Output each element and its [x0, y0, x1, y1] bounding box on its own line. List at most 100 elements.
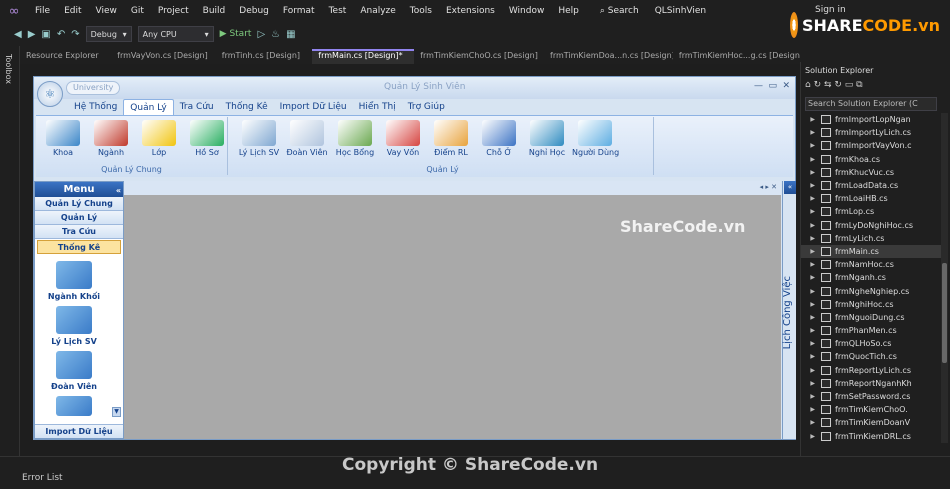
expand-arrow-icon[interactable]: ▶ — [801, 182, 821, 189]
doc-tab[interactable]: frmTinh.cs [Design] — [216, 49, 313, 64]
solution-file-item[interactable]: ▶ frmQLHoSo.cs — [801, 337, 941, 350]
expand-arrow-icon[interactable]: ▶ — [801, 393, 821, 400]
doc-tab[interactable]: frmMain.cs [Design]* — [312, 49, 415, 64]
expand-arrow-icon[interactable]: ▶ — [801, 353, 821, 360]
ribbon-button[interactable]: Điểm RL — [428, 119, 474, 163]
save-icon[interactable]: ▣ — [41, 29, 50, 40]
run-without-debug-icon[interactable]: ▷ — [257, 29, 265, 40]
calendar-panel-label[interactable]: Lịch Công Việc — [782, 276, 793, 349]
solution-file-item[interactable]: ▶ frmKhucVuc.cs — [801, 166, 941, 179]
ribbon-tab[interactable]: Hiển Thị — [353, 99, 402, 115]
ribbon-button[interactable]: Ngành — [88, 119, 134, 163]
solution-file-item[interactable]: ▶ frmLoadData.cs — [801, 179, 941, 192]
forward-icon[interactable]: ▶ — [28, 29, 36, 40]
expand-arrow-icon[interactable]: ▶ — [801, 195, 821, 202]
ribbon-button[interactable]: Lớp — [136, 119, 182, 163]
ribbon-button[interactable]: Hồ Sơ — [184, 119, 230, 163]
ribbon-tab[interactable]: Import Dữ Liệu — [274, 99, 353, 115]
solution-file-item[interactable]: ▶ frmLoaiHB.cs — [801, 192, 941, 205]
solution-file-item[interactable]: ▶ frmTimKiemDoanV — [801, 416, 941, 429]
solution-search-input[interactable]: Search Solution Explorer (C — [805, 97, 937, 111]
solution-file-item[interactable]: ▶ frmMain.cs — [801, 244, 941, 259]
config-dropdown[interactable]: Debug ▾ — [85, 26, 132, 42]
expand-arrow-icon[interactable]: ▶ — [801, 129, 821, 136]
menu-item-format[interactable]: Format — [276, 0, 322, 22]
expand-arrow-icon[interactable]: ▶ — [801, 261, 821, 268]
ribbon-button[interactable]: Người Dùng — [572, 119, 619, 163]
nav-item[interactable]: Ngành Khối — [35, 261, 113, 301]
solution-file-item[interactable]: ▶ frmPhanMen.cs — [801, 324, 941, 337]
expand-arrow-icon[interactable]: ▶ — [801, 406, 821, 413]
solution-scrollbar[interactable] — [941, 113, 948, 443]
menu-item-file[interactable]: File — [28, 0, 57, 22]
solution-file-item[interactable]: ▶ frmNganh.cs — [801, 271, 941, 284]
error-list-tab[interactable]: Error List — [22, 473, 63, 483]
back-icon[interactable]: ◀ — [14, 29, 22, 40]
menu-item-git[interactable]: Git — [124, 0, 151, 22]
doc-tab[interactable]: frmTimKiemHoc...g.cs [Design] — [673, 49, 800, 64]
visual-studio-logo-icon[interactable]: ∞ — [0, 0, 28, 22]
expand-arrow-icon[interactable]: ▶ — [801, 419, 821, 426]
expand-arrow-icon[interactable]: ▶ — [801, 208, 821, 215]
solution-file-item[interactable]: ▶ frmReportLyLich.cs — [801, 364, 941, 377]
expand-arrow-icon[interactable]: ▶ — [801, 380, 821, 387]
ribbon-tab[interactable]: Thống Kê — [220, 99, 274, 115]
solution-file-item[interactable]: ▶ frmSetPassword.cs — [801, 390, 941, 403]
doc-tab[interactable]: Resource Explorer — [20, 49, 111, 64]
expand-arrow-icon[interactable]: ▶ — [801, 314, 821, 321]
menu-item-debug[interactable]: Debug — [232, 0, 276, 22]
expand-arrow-icon[interactable]: ▶ — [801, 116, 821, 123]
layout-icon[interactable]: ▦ — [286, 29, 295, 40]
ribbon-tab[interactable]: Hệ Thống — [68, 99, 123, 115]
nav-item[interactable]: Đoàn Viên — [35, 351, 113, 391]
ribbon-tab[interactable]: Trợ Giúp — [402, 99, 451, 115]
minimize-icon[interactable]: — — [754, 81, 763, 91]
expand-arrow-icon[interactable]: ▶ — [801, 327, 821, 334]
expand-arrow-icon[interactable]: ▶ — [801, 235, 821, 242]
collapse-icon[interactable]: « — [116, 183, 121, 198]
menu-item-window[interactable]: Window — [502, 0, 552, 22]
menu-item-build[interactable]: Build — [196, 0, 233, 22]
doc-tab[interactable]: frmTimKiemChoO.cs [Design] — [414, 49, 544, 64]
menu-item-help[interactable]: Help — [551, 0, 586, 22]
expand-arrow-icon[interactable]: ▶ — [801, 156, 821, 163]
maximize-icon[interactable]: ▭ — [768, 81, 777, 91]
ribbon-tab[interactable]: Quản Lý — [123, 99, 174, 115]
expand-arrow-icon[interactable]: ▶ — [801, 142, 821, 149]
solution-file-item[interactable]: ▶ frmNguoiDung.cs — [801, 311, 941, 324]
menu-section-import[interactable]: Import Dữ Liệu — [35, 424, 123, 438]
ribbon-button[interactable]: Học Bổng — [332, 119, 378, 163]
expand-arrow-icon[interactable]: ▶ — [801, 248, 821, 255]
undo-icon[interactable]: ↶ — [57, 29, 65, 40]
solution-file-item[interactable]: ▶ frmLop.cs — [801, 205, 941, 218]
solution-file-item[interactable]: ▶ frmLyLich.cs — [801, 232, 941, 245]
expand-arrow-icon[interactable]: ▶ — [801, 340, 821, 347]
solution-file-item[interactable]: ▶ frmImportLopNgan — [801, 113, 941, 126]
toolbox-strip[interactable]: Toolbox — [0, 46, 20, 456]
menu-section[interactable]: Quản Lý Chung — [35, 197, 123, 211]
menu-item-test[interactable]: Test — [322, 0, 354, 22]
menu-section[interactable]: Quản Lý — [35, 211, 123, 225]
menu-item-project[interactable]: Project — [151, 0, 196, 22]
nav-item-partial[interactable] — [35, 396, 113, 416]
expand-arrow-icon[interactable]: ▶ — [801, 169, 821, 176]
menu-item-view[interactable]: View — [89, 0, 124, 22]
ribbon-button[interactable]: Vay Vốn — [380, 119, 426, 163]
solution-file-item[interactable]: ▶ frmLyDoNghiHoc.cs — [801, 219, 941, 232]
doc-tab[interactable]: frmVayVon.cs [Design] — [111, 49, 216, 64]
solution-file-item[interactable]: ▶ frmReportNganhKh — [801, 377, 941, 390]
solution-file-item[interactable]: ▶ frmTimKiemChoO. — [801, 403, 941, 416]
menu-item-analyze[interactable]: Analyze — [353, 0, 402, 22]
university-button[interactable]: University — [66, 81, 121, 95]
close-icon[interactable]: ✕ — [782, 81, 790, 91]
scroll-down-icon[interactable]: ▼ — [112, 407, 121, 417]
hot-reload-icon[interactable]: ♨ — [271, 29, 280, 40]
start-button[interactable]: ▶ Start — [220, 29, 252, 39]
expand-arrow-icon[interactable]: ▶ — [801, 288, 821, 295]
search-box[interactable]: ⌕ Search — [590, 6, 649, 16]
solution-file-item[interactable]: ▶ frmNamHoc.cs — [801, 258, 941, 271]
solution-explorer-toolbar[interactable]: ⌂ ↻ ⇆ ↻ ▭ ⧉ — [805, 80, 863, 90]
menu-section[interactable]: Thống Kê — [37, 240, 121, 254]
doc-tab[interactable]: frmTimKiemDoa...n.cs [Design] — [544, 49, 673, 64]
solution-file-item[interactable]: ▶ frmNgheNghiep.cs — [801, 284, 941, 297]
